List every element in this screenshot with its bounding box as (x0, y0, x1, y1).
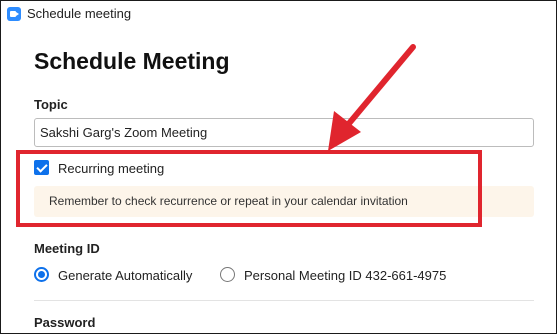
schedule-meeting-window: Schedule meeting Schedule Meeting Topic … (0, 0, 557, 334)
annotation-highlight-box (16, 150, 482, 227)
topic-input[interactable]: Sakshi Garg's Zoom Meeting (34, 118, 534, 147)
generate-automatically-label[interactable]: Generate Automatically (58, 268, 192, 283)
generate-automatically-radio[interactable] (34, 267, 49, 282)
title-bar: Schedule meeting (1, 1, 556, 27)
password-label: Password (34, 315, 96, 330)
meeting-id-label: Meeting ID (34, 241, 100, 256)
section-divider (34, 300, 534, 301)
personal-meeting-id-label[interactable]: Personal Meeting ID 432-661-4975 (244, 268, 446, 283)
personal-meeting-id-radio[interactable] (220, 267, 235, 282)
topic-label: Topic (34, 97, 68, 112)
page-title: Schedule Meeting (34, 48, 230, 74)
window-title: Schedule meeting (27, 6, 132, 21)
zoom-app-icon (7, 7, 21, 21)
